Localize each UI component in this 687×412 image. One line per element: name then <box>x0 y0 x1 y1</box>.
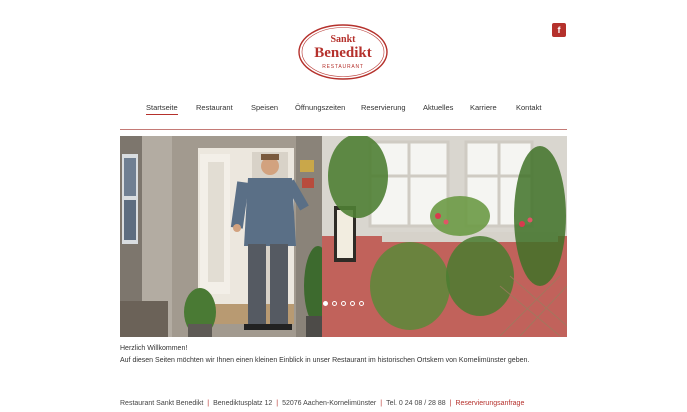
slider-dot-4[interactable] <box>350 301 355 306</box>
slider-dot-3[interactable] <box>341 301 346 306</box>
nav-item-kontakt[interactable]: Kontakt <box>516 103 541 113</box>
logo-line3: RESTAURANT <box>322 64 364 70</box>
main-navigation: Startseite Restaurant Speisen Öffnungsze… <box>0 103 687 117</box>
footer-reservation-link[interactable]: Reservierungsanfrage <box>455 400 524 407</box>
logo-line1: Sankt <box>330 34 356 45</box>
restaurant-logo[interactable]: Sankt Benedikt RESTAURANT <box>298 24 388 80</box>
facebook-icon[interactable]: f <box>552 23 566 37</box>
nav-item-speisen[interactable]: Speisen <box>251 103 278 113</box>
footer-separator: | <box>207 400 210 407</box>
intro-text: Auf diesen Seiten möchten wir Ihnen eine… <box>120 357 530 364</box>
footer: Restaurant Sankt Benedikt | Benediktusplat… <box>120 400 524 407</box>
nav-item-reservierung[interactable]: Reservierung <box>361 103 406 113</box>
nav-item-karriere[interactable]: Karriere <box>470 103 497 113</box>
footer-separator: | <box>380 400 383 407</box>
slider-dot-5[interactable] <box>359 301 364 306</box>
footer-city: 52076 Aachen-Kornelimünster <box>282 400 377 407</box>
footer-separator: | <box>449 400 452 407</box>
footer-separator: | <box>276 400 279 407</box>
hero-image <box>120 136 567 337</box>
logo-line2: Benedikt <box>314 45 372 61</box>
header-divider <box>120 129 567 130</box>
footer-street: Benediktusplatz 12 <box>213 400 273 407</box>
footer-phone[interactable]: Tel. 0 24 08 / 28 88 <box>386 400 446 407</box>
slider-dots <box>120 301 567 306</box>
nav-item-startseite[interactable]: Startseite <box>146 103 178 115</box>
nav-item-oeffnungszeiten[interactable]: Öffnungszeiten <box>295 103 345 113</box>
slider-dot-1[interactable] <box>323 301 328 306</box>
welcome-heading: Herzlich Willkommen! <box>120 345 188 352</box>
nav-item-restaurant[interactable]: Restaurant <box>196 103 233 113</box>
slider-dot-2[interactable] <box>332 301 337 306</box>
footer-name: Restaurant Sankt Benedikt <box>120 400 204 407</box>
hero-slider[interactable] <box>120 136 567 337</box>
nav-item-aktuelles[interactable]: Aktuelles <box>423 103 453 113</box>
